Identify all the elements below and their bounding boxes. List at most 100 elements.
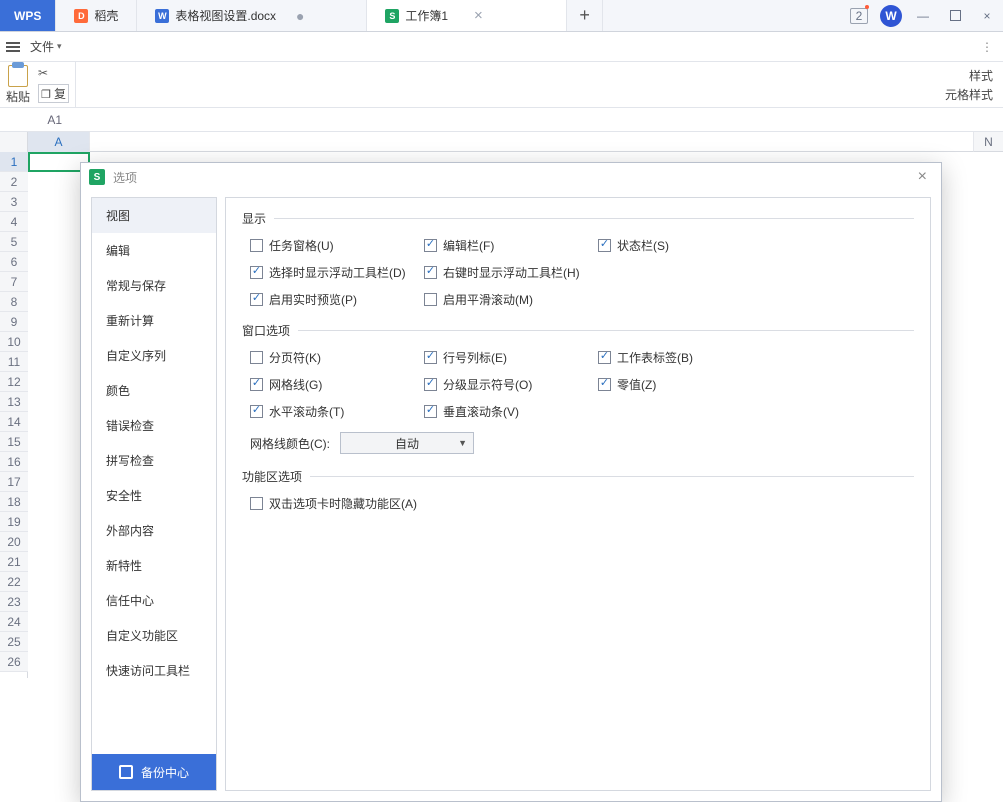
backup-center-button[interactable]: 备份中心 xyxy=(92,754,216,790)
wps-logo-button[interactable]: W xyxy=(875,0,907,32)
row-header[interactable]: 11 xyxy=(0,352,28,372)
nav-new-features[interactable]: 新特性 xyxy=(92,548,216,583)
row-header[interactable]: 3 xyxy=(0,192,28,212)
ck-rclick-float[interactable]: 右键时显示浮动工具栏(H) xyxy=(424,264,594,281)
window-minimize-button[interactable]: — xyxy=(907,0,939,32)
row-header[interactable]: 26 xyxy=(0,652,28,672)
dialog-close-button[interactable]: × xyxy=(912,164,933,190)
ck-outline-sym[interactable]: 分级显示符号(O) xyxy=(424,376,594,393)
row-header[interactable]: 12 xyxy=(0,372,28,392)
copy-stub[interactable]: ❐ 复 xyxy=(38,84,69,103)
window-maximize-button[interactable] xyxy=(939,0,971,32)
nav-recalc[interactable]: 重新计算 xyxy=(92,303,216,338)
paste-icon[interactable] xyxy=(8,65,28,87)
nav-general-save[interactable]: 常规与保存 xyxy=(92,268,216,303)
window-close-button[interactable]: × xyxy=(971,0,1003,32)
wps-home-tab[interactable]: WPS xyxy=(0,0,56,31)
spreadsheet-icon: S xyxy=(89,169,105,185)
row-header[interactable]: 24 xyxy=(0,612,28,632)
formula-bar: A1 xyxy=(0,108,1003,132)
row-header[interactable]: 10 xyxy=(0,332,28,352)
nav-view[interactable]: 视图 xyxy=(92,198,216,233)
doc-tab-workbook[interactable]: S 工作簿1 × xyxy=(367,0,567,31)
col-header-N[interactable]: N xyxy=(973,132,1003,152)
tab-label: 表格视图设置.docx xyxy=(175,7,276,24)
style-label-2[interactable]: 元格样式 xyxy=(945,86,993,103)
ck-zero-values[interactable]: 零值(Z) xyxy=(598,376,768,393)
tab-modified-dot-icon: ● xyxy=(296,9,304,23)
row-header[interactable]: 17 xyxy=(0,472,28,492)
section-window-options: 窗口选项 分页符(K) 行号列标(E) 工作表标签(B) 网格线(G) 分级显示… xyxy=(242,322,914,454)
close-icon: × xyxy=(983,9,990,23)
row-header[interactable]: 15 xyxy=(0,432,28,452)
notif-badge[interactable]: 2 xyxy=(843,0,875,32)
ck-page-breaks[interactable]: 分页符(K) xyxy=(250,349,420,366)
ck-h-scroll[interactable]: 水平滚动条(T) xyxy=(250,403,420,420)
options-dialog: S 选项 × 视图 编辑 常规与保存 重新计算 自定义序列 颜色 错误检查 拼写… xyxy=(80,162,942,802)
ck-gridlines[interactable]: 网格线(G) xyxy=(250,376,420,393)
section-title: 显示 xyxy=(242,210,266,227)
row-header[interactable]: 18 xyxy=(0,492,28,512)
doc-tab-daoqiao[interactable]: D 稻壳 xyxy=(56,0,137,31)
row-header[interactable]: 5 xyxy=(0,232,28,252)
ck-formula-bar[interactable]: 编辑栏(F) xyxy=(424,237,594,254)
row-header[interactable]: 16 xyxy=(0,452,28,472)
ribbon-toolbar: 粘贴 ✂ ❐ 复 样式 元格样式 xyxy=(0,62,1003,108)
nav-spellcheck[interactable]: 拼写检查 xyxy=(92,443,216,478)
spreadsheet-area[interactable]: A N /* rows painted below via template *… xyxy=(0,132,1003,678)
flame-icon: D xyxy=(74,9,88,23)
row-header[interactable]: 8 xyxy=(0,292,28,312)
ck-live-preview[interactable]: 启用实时预览(P) xyxy=(250,291,420,308)
row-header[interactable]: 4 xyxy=(0,212,28,232)
row-header[interactable]: 14 xyxy=(0,412,28,432)
row-header[interactable]: 19 xyxy=(0,512,28,532)
nav-external[interactable]: 外部内容 xyxy=(92,513,216,548)
doc-tab-docx[interactable]: W 表格视图设置.docx ● xyxy=(137,0,367,31)
row-header[interactable]: 2 xyxy=(0,172,28,192)
new-tab-button[interactable]: + xyxy=(567,0,603,31)
nav-security[interactable]: 安全性 xyxy=(92,478,216,513)
gridcolor-combo[interactable]: 自动 ▼ xyxy=(340,432,474,454)
dialog-titlebar[interactable]: S 选项 × xyxy=(81,163,941,191)
ck-v-scroll[interactable]: 垂直滚动条(V) xyxy=(424,403,594,420)
ck-sheet-tabs[interactable]: 工作表标签(B) xyxy=(598,349,768,366)
backup-icon xyxy=(119,765,133,779)
ck-select-float[interactable]: 选择时显示浮动工具栏(D) xyxy=(250,264,420,281)
ck-rowcol-labels[interactable]: 行号列标(E) xyxy=(424,349,594,366)
nav-quick-access[interactable]: 快速访问工具栏 xyxy=(92,653,216,688)
row-header[interactable]: 1 xyxy=(0,152,28,172)
nav-edit[interactable]: 编辑 xyxy=(92,233,216,268)
row-header[interactable]: 21 xyxy=(0,552,28,572)
section-ribbon-options: 功能区选项 双击选项卡时隐藏功能区(A) xyxy=(242,468,914,512)
hamburger-icon[interactable] xyxy=(6,42,20,52)
section-title: 功能区选项 xyxy=(242,468,302,485)
nav-trust-center[interactable]: 信任中心 xyxy=(92,583,216,618)
ck-smooth-scroll[interactable]: 启用平滑滚动(M) xyxy=(424,291,594,308)
tab-label: 稻壳 xyxy=(94,7,118,24)
row-header[interactable]: 9 xyxy=(0,312,28,332)
minimize-icon: — xyxy=(917,9,929,23)
nav-error-check[interactable]: 错误检查 xyxy=(92,408,216,443)
row-header[interactable]: 22 xyxy=(0,572,28,592)
ck-task-pane[interactable]: 任务窗格(U) xyxy=(250,237,420,254)
row-header[interactable]: 25 xyxy=(0,632,28,652)
row-header[interactable]: 23 xyxy=(0,592,28,612)
row-header[interactable]: 7 xyxy=(0,272,28,292)
file-menu[interactable]: 文件 ▾ xyxy=(26,36,66,57)
ck-dblclick-hide-ribbon[interactable]: 双击选项卡时隐藏功能区(A) xyxy=(250,495,417,512)
ck-status-bar[interactable]: 状态栏(S) xyxy=(598,237,768,254)
name-box[interactable]: A1 xyxy=(0,113,70,127)
style-label-1[interactable]: 样式 xyxy=(969,67,993,84)
nav-color[interactable]: 颜色 xyxy=(92,373,216,408)
col-header-A[interactable]: A xyxy=(28,132,90,152)
gridline-color-row: 网格线颜色(C): 自动 ▼ xyxy=(242,432,914,454)
row-header[interactable]: 6 xyxy=(0,252,28,272)
tab-close-icon[interactable]: × xyxy=(474,8,483,23)
row-header[interactable]: 20 xyxy=(0,532,28,552)
spreadsheet-icon: S xyxy=(385,9,399,23)
nav-custom-lists[interactable]: 自定义序列 xyxy=(92,338,216,373)
row-header[interactable]: 13 xyxy=(0,392,28,412)
nav-custom-ribbon[interactable]: 自定义功能区 xyxy=(92,618,216,653)
more-menu-icon[interactable]: ⋮ xyxy=(971,40,1003,54)
cut-icon[interactable]: ✂ xyxy=(38,66,69,80)
